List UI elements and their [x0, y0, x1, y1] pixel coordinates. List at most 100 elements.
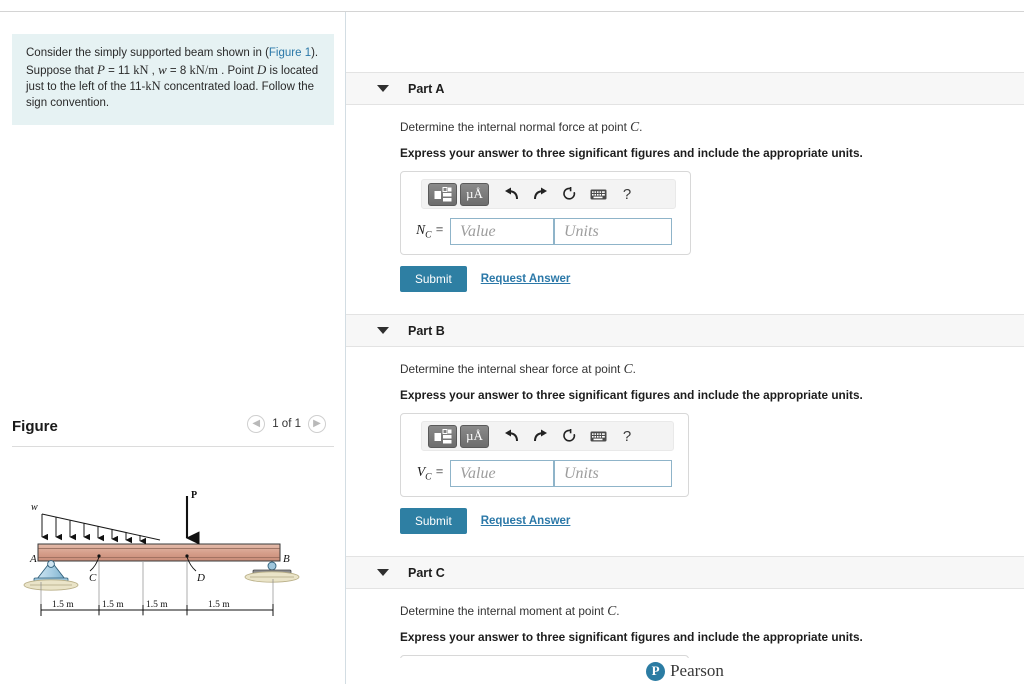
- P-equals: = 11: [104, 64, 134, 77]
- math-template-icon[interactable]: [428, 424, 457, 448]
- figure-1-link[interactable]: Figure 1: [269, 47, 311, 59]
- figure-panel-header: Figure ◀ 1 of 1 ▶: [12, 415, 334, 447]
- chevron-right-icon[interactable]: ▶: [308, 415, 326, 433]
- reset-icon[interactable]: [556, 183, 582, 206]
- chevron-down-icon[interactable]: [377, 327, 389, 334]
- answer-box-a: µÅ ? NC = Value Units: [400, 171, 691, 255]
- math-template-icon[interactable]: [428, 182, 457, 206]
- answer-box-b: µÅ ? VC = Value Units: [400, 413, 689, 497]
- pearson-brand-name: Pearson: [670, 661, 724, 680]
- prompt-var-c: C: [607, 603, 617, 618]
- answer-variable-label-b: VC =: [409, 464, 450, 483]
- page-root: Consider the simply supported beam shown…: [0, 0, 1024, 684]
- value-input-a[interactable]: Value: [450, 218, 554, 245]
- template-glyph: [434, 428, 451, 443]
- units-input-b[interactable]: Units: [554, 460, 672, 487]
- reset-glyph: [562, 186, 575, 200]
- answer-variable-label-a: NC =: [409, 222, 450, 241]
- symbol-w: w: [158, 61, 167, 77]
- beam-diagram[interactable]: w P A B C D 1.5 m 1.5 m 1.5 m 1.5 m: [10, 482, 320, 637]
- chevron-down-icon[interactable]: [377, 569, 389, 576]
- beam-dimension-2: 1.5 m: [102, 600, 124, 610]
- var-equals-b: =: [431, 464, 444, 480]
- part-header-a[interactable]: Part A: [346, 72, 1024, 105]
- units-icon[interactable]: µÅ: [460, 182, 489, 206]
- var-symbol-a: N: [416, 222, 426, 238]
- submit-button-a[interactable]: Submit: [400, 266, 467, 292]
- part-label-b: Part B: [408, 323, 445, 338]
- reset-glyph: [562, 428, 575, 442]
- chevron-left-icon[interactable]: ◀: [247, 415, 266, 433]
- symbol-P: P: [96, 61, 105, 77]
- var-equals-a: =: [431, 222, 444, 238]
- undo-icon[interactable]: [498, 425, 524, 448]
- reset-icon[interactable]: [556, 425, 582, 448]
- prompt-text-b: Determine the internal shear force at po…: [400, 362, 624, 376]
- keyboard-icon[interactable]: [585, 183, 611, 206]
- part-instruction-a: Express your answer to three significant…: [400, 146, 863, 160]
- redo-icon[interactable]: [527, 425, 553, 448]
- figure-pager: ◀ 1 of 1 ▶: [247, 415, 326, 433]
- problem-text-2: ).: [311, 47, 319, 59]
- part-header-c[interactable]: Part C: [346, 556, 1024, 589]
- right-panel: Part A Determine the internal normal for…: [346, 12, 1024, 684]
- undo-icon[interactable]: [498, 183, 524, 206]
- submit-button-b[interactable]: Submit: [400, 508, 467, 534]
- keyboard-glyph: [590, 189, 606, 199]
- beam-dimension-1: 1.5 m: [52, 600, 74, 610]
- part-prompt-b: Determine the internal shear force at po…: [400, 361, 1024, 377]
- prompt-period-a: .: [639, 120, 643, 134]
- part-actions-a: Submit Request Answer: [400, 266, 1024, 292]
- beam-dimension-3: 1.5 m: [146, 600, 168, 610]
- prompt-text-c: Determine the internal moment at point: [400, 604, 608, 618]
- help-icon[interactable]: ?: [614, 183, 640, 206]
- part-header-b[interactable]: Part B: [346, 314, 1024, 347]
- prompt-var-b: C: [623, 361, 633, 376]
- symbol-D: D: [256, 61, 267, 77]
- part-body-a: Determine the internal normal force at p…: [346, 105, 1024, 292]
- figure-page-label: 1 of 1: [272, 418, 301, 430]
- redo-icon[interactable]: [527, 183, 553, 206]
- prompt-period-c: .: [616, 604, 620, 618]
- beam-point-B-label: B: [283, 553, 290, 565]
- figure-divider: [12, 446, 334, 447]
- answer-input-row-b: VC = Value Units: [409, 460, 680, 487]
- pearson-logo-icon: P: [646, 661, 666, 681]
- beam-load-w-label: w: [31, 502, 38, 513]
- unit-kN-P: kN: [133, 62, 149, 77]
- problem-statement: Consider the simply supported beam shown…: [12, 34, 334, 125]
- beam-dimension-4: 1.5 m: [208, 600, 230, 610]
- undo-glyph: [504, 429, 518, 442]
- units-icon[interactable]: µÅ: [460, 424, 489, 448]
- pearson-footer: P Pearson: [346, 658, 1024, 684]
- help-icon[interactable]: ?: [614, 425, 640, 448]
- w-equals: = 8: [166, 64, 190, 77]
- beam-point-C-label: C: [89, 572, 97, 584]
- part-actions-b: Submit Request Answer: [400, 508, 1024, 534]
- part-label-c: Part C: [408, 565, 445, 580]
- problem-text-1: Consider the simply supported beam shown…: [26, 47, 269, 59]
- unit-kN-load: kN: [145, 79, 161, 93]
- period-1: . Point: [217, 64, 257, 77]
- part-label-a: Part A: [408, 81, 445, 96]
- prompt-text-a: Determine the internal normal force at p…: [400, 120, 631, 134]
- units-input-a[interactable]: Units: [554, 218, 672, 245]
- request-answer-link-a[interactable]: Request Answer: [481, 273, 571, 285]
- beam-point-D-label: D: [196, 572, 205, 584]
- part-instruction-c: Express your answer to three significant…: [400, 630, 863, 644]
- template-glyph: [434, 186, 451, 201]
- var-symbol-b: V: [416, 464, 426, 480]
- request-answer-link-b[interactable]: Request Answer: [481, 515, 571, 527]
- part-prompt-a: Determine the internal normal force at p…: [400, 119, 1024, 135]
- undo-glyph: [504, 187, 518, 200]
- beam-load-P-label: P: [191, 490, 197, 501]
- chevron-down-icon[interactable]: [377, 85, 389, 92]
- problem-line2-a: Suppose that: [26, 64, 97, 77]
- keyboard-icon[interactable]: [585, 425, 611, 448]
- value-input-b[interactable]: Value: [450, 460, 554, 487]
- part-prompt-c: Determine the internal moment at point C…: [400, 603, 1024, 619]
- part-body-b: Determine the internal shear force at po…: [346, 347, 1024, 534]
- answer-input-row-a: NC = Value Units: [409, 218, 682, 245]
- redo-glyph: [533, 187, 547, 200]
- part-instruction-b: Express your answer to three significant…: [400, 388, 863, 402]
